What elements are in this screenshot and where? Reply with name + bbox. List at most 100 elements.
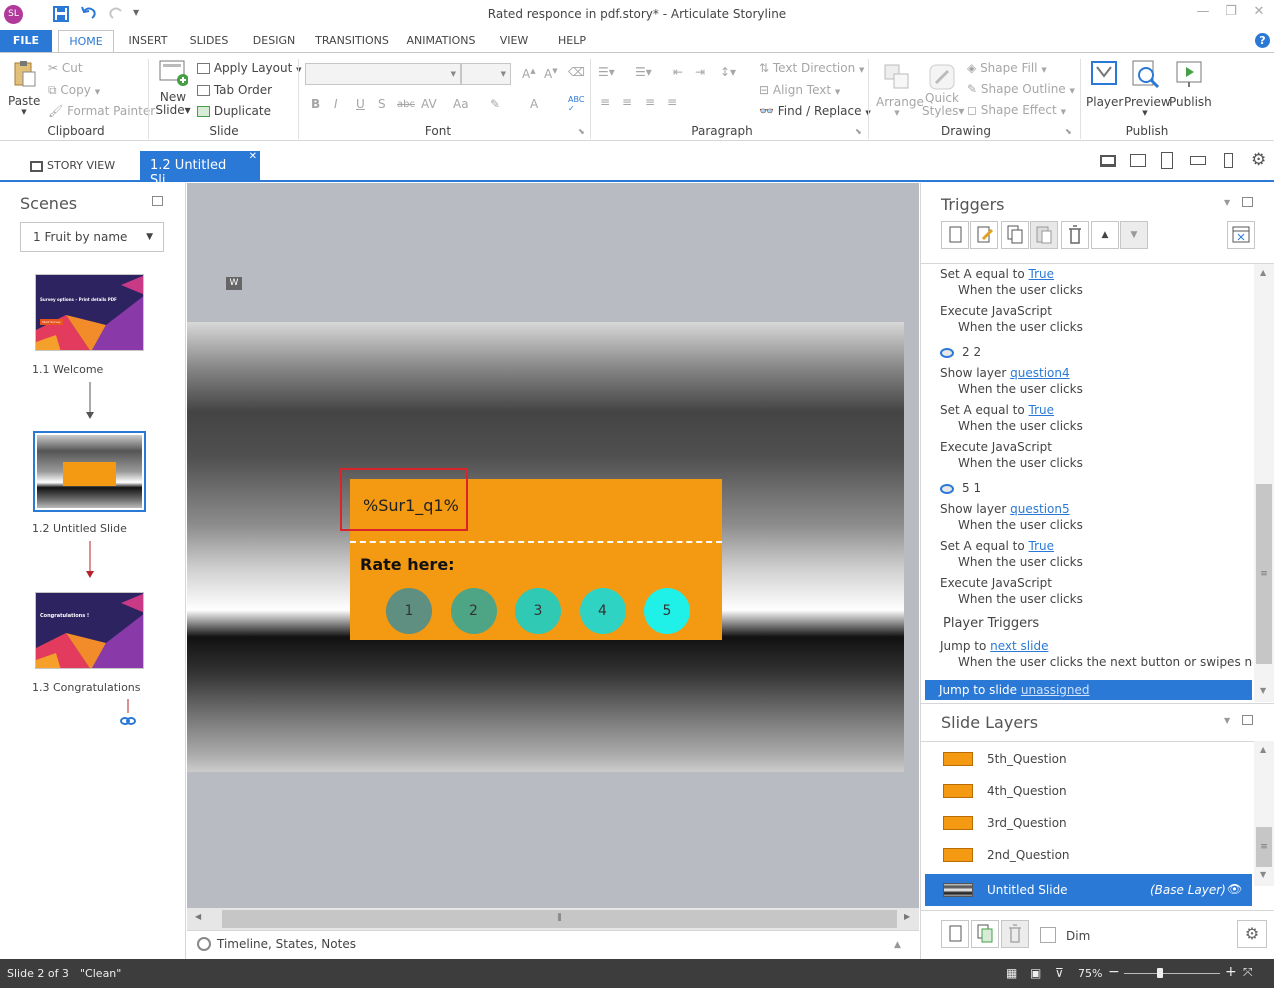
link-chain-icon[interactable] bbox=[120, 699, 136, 727]
tab-story-view[interactable]: STORY VIEW bbox=[18, 151, 127, 182]
zoom-in-icon[interactable]: + bbox=[1225, 964, 1237, 980]
layer-row[interactable]: 5th_Question bbox=[925, 743, 1252, 775]
story-view-status-icon[interactable]: ▦ bbox=[1006, 966, 1017, 980]
trigger-condition-row[interactable]: When the user clicks bbox=[958, 283, 1083, 297]
shape-fill-button[interactable]: ◈ Shape Fill ▼ bbox=[967, 61, 1047, 75]
tab-order-button[interactable]: Tab Order bbox=[197, 83, 272, 97]
trigger-condition-row[interactable]: When the user clicks bbox=[958, 456, 1083, 470]
grow-font-icon[interactable]: A▲ bbox=[522, 67, 536, 81]
new-trigger-button[interactable] bbox=[941, 221, 969, 249]
trigger-link[interactable]: True bbox=[1029, 403, 1055, 417]
variable-textbox[interactable]: %Sur1_q1% bbox=[340, 468, 468, 531]
align-text-button[interactable]: ⊟ Align Text ▼ bbox=[759, 83, 840, 97]
shape-effect-button[interactable]: ◻ Shape Effect ▼ bbox=[967, 103, 1066, 117]
slide-thumbnail-welcome[interactable]: Survey options – Print details PDF Start… bbox=[35, 274, 144, 351]
trigger-action-row[interactable]: Execute JavaScript bbox=[940, 440, 1052, 454]
increase-indent-icon[interactable]: ⇥ bbox=[695, 65, 705, 79]
tablet-portrait-icon[interactable] bbox=[1161, 152, 1173, 169]
char-spacing-button[interactable]: AV bbox=[421, 97, 437, 111]
phone-portrait-icon[interactable] bbox=[1224, 153, 1233, 168]
tab-slides[interactable]: SLIDES bbox=[183, 30, 235, 52]
change-case-button[interactable]: Aa bbox=[453, 97, 469, 111]
variables-button[interactable] bbox=[1227, 221, 1255, 249]
font-size-select[interactable]: ▼ bbox=[461, 63, 511, 85]
trigger-link[interactable]: unassigned bbox=[1021, 683, 1090, 697]
trigger-action-row[interactable]: Set A equal to True bbox=[940, 539, 1054, 553]
rate-button-3[interactable]: 3 bbox=[515, 588, 561, 634]
align-left-icon[interactable]: ≡ bbox=[600, 95, 610, 109]
duplicate-layer-button[interactable] bbox=[971, 920, 999, 948]
trigger-condition-row[interactable]: When the user clicks bbox=[958, 320, 1083, 334]
trigger-condition-row[interactable]: When the user clicks bbox=[958, 518, 1083, 532]
settings-gear-icon[interactable]: ⚙ bbox=[1251, 150, 1266, 170]
triggers-vertical-scrollbar[interactable]: ▲ ≡ ▼ bbox=[1254, 264, 1274, 702]
tab-view[interactable]: VIEW bbox=[493, 30, 535, 52]
expand-timeline-icon[interactable]: ▲ bbox=[894, 940, 901, 950]
shape-outline-button[interactable]: ✎ Shape Outline ▼ bbox=[967, 82, 1075, 96]
trigger-condition-row[interactable]: When the user clicks bbox=[958, 382, 1083, 396]
tab-file[interactable]: FILE bbox=[0, 30, 52, 52]
trigger-action-row[interactable]: Execute JavaScript bbox=[940, 304, 1052, 318]
delete-layer-button[interactable] bbox=[1001, 920, 1029, 948]
edit-trigger-button[interactable] bbox=[970, 221, 998, 249]
fit-window-icon[interactable]: ⤧ bbox=[1243, 965, 1253, 980]
triggers-scroll-up-icon[interactable]: ▲ bbox=[1260, 268, 1266, 277]
phone-landscape-icon[interactable] bbox=[1190, 156, 1206, 165]
tab-help[interactable]: HELP bbox=[550, 30, 594, 52]
move-up-button[interactable]: ▲ bbox=[1091, 221, 1119, 249]
close-tab-icon[interactable]: ✕ bbox=[249, 151, 257, 162]
rate-button-4[interactable]: 4 bbox=[579, 588, 626, 634]
line-spacing-icon[interactable]: ↕▾ bbox=[720, 65, 736, 79]
layers-scroll-down-icon[interactable]: ▼ bbox=[1260, 870, 1266, 879]
decrease-indent-icon[interactable]: ⇤ bbox=[673, 65, 683, 79]
text-direction-button[interactable]: ⇅ Text Direction ▼ bbox=[759, 61, 864, 75]
player-button[interactable]: Player bbox=[1086, 59, 1123, 109]
underline-button[interactable]: U bbox=[356, 97, 365, 111]
align-right-icon[interactable]: ≡ bbox=[645, 95, 655, 109]
zoom-slider-thumb[interactable] bbox=[1157, 968, 1163, 978]
scroll-thumb[interactable]: ⦀ bbox=[222, 910, 897, 928]
layers-popout-icon[interactable] bbox=[1242, 715, 1253, 725]
tab-current-slide[interactable]: 1.2 Untitled Sli... ✕ bbox=[140, 151, 260, 188]
visibility-eye-icon[interactable]: 👁 bbox=[1227, 882, 1242, 896]
arrange-button[interactable]: Arrange ▼ bbox=[876, 59, 924, 117]
trigger-link[interactable]: True bbox=[1029, 539, 1055, 553]
font-family-select[interactable]: ▼ bbox=[305, 63, 461, 85]
rate-button-2[interactable]: 2 bbox=[450, 588, 497, 634]
spellcheck-icon[interactable]: ABC ✓ bbox=[568, 95, 584, 113]
shadow-button[interactable]: S bbox=[378, 97, 386, 111]
help-icon[interactable]: ? bbox=[1255, 33, 1270, 48]
layers-scroll-up-icon[interactable]: ▲ bbox=[1260, 745, 1266, 754]
trigger-action-row[interactable]: Execute JavaScript bbox=[940, 576, 1052, 590]
preview-button[interactable]: Preview ▼ bbox=[1124, 59, 1171, 117]
layer-row[interactable]: 2nd_Question bbox=[925, 839, 1252, 871]
trigger-action-row[interactable]: Set A equal to True bbox=[940, 403, 1054, 417]
trigger-link[interactable]: question5 bbox=[1010, 502, 1069, 516]
timeline-bar[interactable]: Timeline, States, Notes ▲ bbox=[187, 930, 919, 959]
format-painter-button[interactable]: 🖌 Format Painter bbox=[48, 104, 155, 118]
font-color-button[interactable]: A bbox=[530, 97, 538, 111]
numbering-icon[interactable]: ☰▾ bbox=[635, 65, 652, 79]
bold-button[interactable]: B bbox=[311, 97, 320, 111]
quick-styles-button[interactable]: Quick Styles▾ bbox=[922, 59, 964, 118]
panel-collapse-icon[interactable] bbox=[152, 196, 163, 206]
trigger-condition-row[interactable]: When the user clicks bbox=[958, 419, 1083, 433]
delete-trigger-button[interactable] bbox=[1061, 221, 1089, 249]
trigger-object-row[interactable]: 2 2 bbox=[940, 345, 981, 359]
clear-format-icon[interactable]: ⌫ bbox=[568, 65, 585, 79]
trigger-condition-row[interactable]: When the user clicks bbox=[958, 592, 1083, 606]
desktop-view-icon[interactable] bbox=[1100, 155, 1116, 167]
player-trigger-row[interactable]: Jump to next slide bbox=[940, 639, 1048, 653]
copy-trigger-button[interactable] bbox=[1001, 221, 1029, 249]
trigger-link[interactable]: next slide bbox=[990, 639, 1048, 653]
paragraph-dialog-launcher-icon[interactable]: ⬊ bbox=[855, 127, 862, 136]
dim-checkbox[interactable] bbox=[1040, 927, 1056, 943]
base-layer-row[interactable]: Untitled Slide (Base Layer) 👁 bbox=[925, 874, 1252, 906]
trigger-action-row[interactable]: Show layer question4 bbox=[940, 366, 1070, 380]
layers-scroll-thumb[interactable]: ≡ bbox=[1256, 827, 1272, 867]
selected-trigger-row[interactable]: Jump to slide unassigned bbox=[925, 680, 1252, 700]
tab-animations[interactable]: ANIMATIONS bbox=[402, 30, 480, 52]
fit-slide-icon[interactable]: ⊽ bbox=[1055, 966, 1064, 980]
layers-vertical-scrollbar[interactable]: ▲ ≡ ▼ bbox=[1254, 741, 1274, 886]
trigger-condition-row[interactable]: When the user clicks bbox=[958, 555, 1083, 569]
